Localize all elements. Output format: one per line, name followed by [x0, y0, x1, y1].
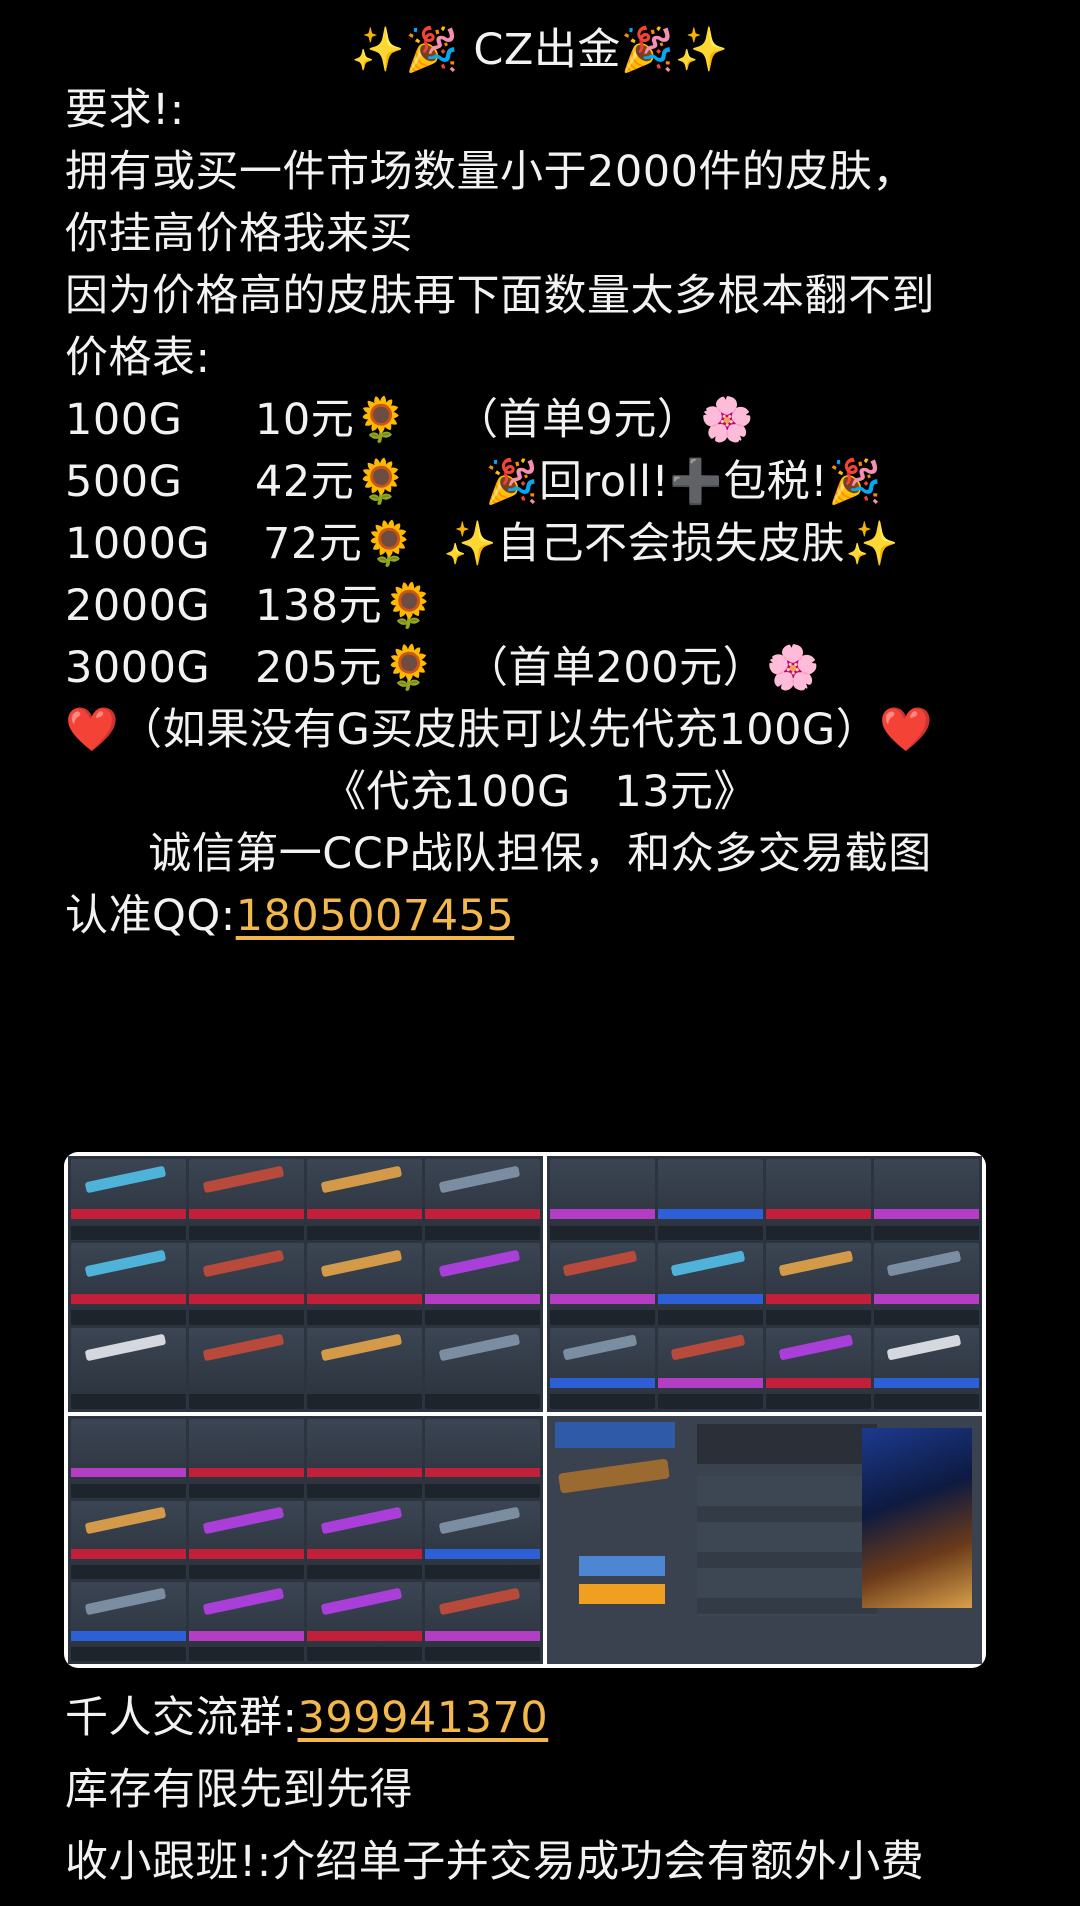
price-amount: 2000G [65, 581, 211, 631]
price-note: ✨自己不会损失皮肤✨ [443, 519, 900, 569]
price-row: 100G 10元🌻 （首单9元）🌸 [65, 390, 754, 450]
requirements-label: 要求!: [65, 85, 185, 135]
price-amount: 100G [65, 395, 183, 445]
price-table-label: 价格表: [65, 333, 211, 383]
screenshot-panel-1 [68, 1156, 543, 1412]
price-amount: 500G [65, 457, 183, 507]
group-link[interactable]: 399941370 [298, 1693, 549, 1743]
group-label: 千人交流群: [65, 1693, 298, 1743]
price-row: 1000G 72元🌻 ✨自己不会损失皮肤✨ [65, 514, 899, 574]
screenshot-panel-4 [547, 1416, 982, 1664]
requirement-line-3: 因为价格高的皮肤再下面数量太多根本翻不到 [65, 271, 935, 321]
qq-line: 认准QQ:1805007455 [65, 886, 514, 946]
trust-line: 诚信第一CCP战队担保，和众多交易截图 [148, 829, 932, 879]
topup-price: 《代充100G 13元》 [322, 767, 758, 817]
price-row: 2000G 138元🌻 [65, 576, 455, 636]
screenshot-panel-3 [68, 1416, 543, 1664]
price-note: 🎉回roll!➕包税!🎉 [485, 457, 883, 507]
screenshot-panel-2 [547, 1156, 982, 1412]
price-value: 72元🌻 [263, 519, 417, 569]
requirement-line-1: 拥有或买一件市场数量小于2000件的皮肤， [65, 147, 916, 197]
price-value: 10元🌻 [255, 395, 409, 445]
price-amount: 1000G [65, 519, 211, 569]
price-note: （首单200元）🌸 [465, 643, 821, 693]
stock-line: 库存有限先到先得 [65, 1765, 413, 1815]
price-value: 138元🌻 [255, 581, 437, 631]
price-value: 205元🌻 [255, 643, 437, 693]
group-line: 千人交流群:399941370 [65, 1688, 548, 1748]
price-row: 3000G 205元🌻 （首单200元）🌸 [65, 638, 820, 698]
price-value: 42元🌻 [255, 457, 409, 507]
qq-label: 认准QQ: [65, 891, 236, 941]
price-amount: 3000G [65, 643, 211, 693]
trade-screenshots-collage[interactable] [64, 1152, 986, 1668]
referral-line: 收小跟班!:介绍单子并交易成功会有额外小费 [65, 1837, 925, 1887]
price-row: 500G 42元🌻 🎉回roll!➕包税!🎉 [65, 452, 882, 512]
qq-link[interactable]: 1805007455 [236, 891, 515, 941]
topup-line: ❤️（如果没有G买皮肤可以先代充100G）❤️ [65, 705, 934, 755]
requirement-line-2: 你挂高价格我来买 [65, 209, 413, 259]
price-note: （首单9元）🌸 [455, 395, 755, 445]
post-title: ✨🎉 CZ出金🎉✨ [351, 25, 729, 75]
